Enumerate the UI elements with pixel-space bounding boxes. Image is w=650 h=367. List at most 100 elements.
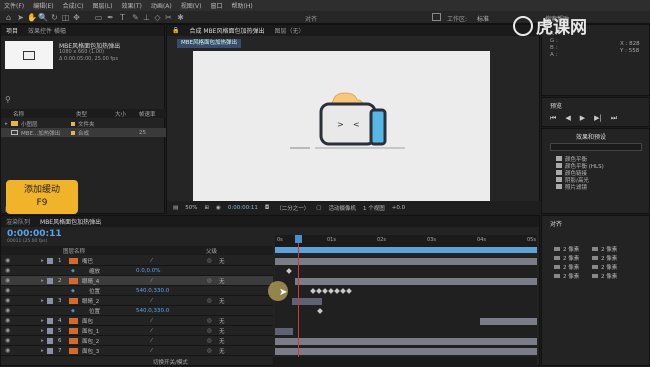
align-item[interactable]: 2 像素	[592, 244, 617, 253]
workspace-value[interactable]: 标准	[477, 14, 489, 23]
switch-icon[interactable]: ⁄	[151, 278, 152, 284]
label-color[interactable]	[47, 277, 53, 284]
twirl-icon[interactable]: ▸	[41, 348, 44, 354]
last-frame-icon[interactable]: ⏭	[611, 114, 617, 123]
label-color[interactable]	[47, 297, 53, 304]
pickwhip-icon[interactable]: ◎	[207, 328, 212, 334]
home-icon[interactable]: ⌂	[4, 13, 13, 22]
hand-tool-icon[interactable]: ✋	[27, 13, 37, 22]
lock-icon[interactable]: 🔒	[172, 27, 179, 34]
rectangle-tool-icon[interactable]: ▭	[94, 13, 103, 22]
layer-row[interactable]: ◉ ▸ 4 面包 ⁄ ◎ 无	[1, 316, 273, 326]
play-icon[interactable]: ▶	[580, 114, 585, 123]
parent-select[interactable]: 无	[219, 257, 225, 265]
menu-item[interactable]: 合成(C)	[63, 1, 84, 10]
twirl-icon[interactable]: ▸	[41, 278, 44, 284]
menu-item[interactable]: 效果(T)	[122, 1, 142, 10]
align-item[interactable]: 2 像素	[554, 244, 579, 253]
col-layer-name[interactable]: 图层名称	[63, 247, 85, 255]
zoom-tool-icon[interactable]: 🔍	[38, 13, 48, 22]
visibility-icon[interactable]: ◉	[5, 307, 10, 314]
work-area-bar[interactable]	[275, 247, 537, 253]
visibility-icon[interactable]: ◉	[5, 337, 10, 344]
menu-item[interactable]: 文件(F)	[4, 1, 24, 10]
switch-icon[interactable]: ⁄	[151, 258, 152, 264]
keyframe[interactable]	[322, 288, 328, 294]
first-frame-icon[interactable]: ⏮	[550, 114, 556, 123]
property-row[interactable]: ◉ ◆ 位置 540.0,330.0	[1, 306, 273, 316]
layer-name[interactable]: 眼睛_2	[82, 297, 99, 305]
camera-tool-icon[interactable]: ◫	[61, 13, 70, 22]
col-name[interactable]: 名称	[13, 110, 24, 118]
visibility-icon[interactable]: ◉	[5, 347, 10, 354]
pickwhip-icon[interactable]: ◎	[207, 318, 212, 324]
roto-tool-icon[interactable]: ✂	[164, 13, 173, 22]
parent-select[interactable]: 无	[219, 347, 225, 355]
next-frame-icon[interactable]: ▶|	[594, 114, 602, 123]
label-color[interactable]	[47, 317, 53, 324]
stopwatch-icon[interactable]: ◆	[71, 268, 75, 274]
layer-row[interactable]: ◉ ▸ 6 面包_2 ⁄ ◎ 无	[1, 336, 273, 346]
menu-item[interactable]: 帮助(H)	[232, 1, 253, 10]
parent-select[interactable]: 无	[219, 277, 225, 285]
comp-breadcrumb[interactable]: MBE风格面包加热弹出	[177, 39, 241, 48]
switch-icon[interactable]: ⁄	[151, 338, 152, 344]
twirl-icon[interactable]: ▸	[41, 298, 44, 304]
keyframe[interactable]	[310, 288, 316, 294]
keyframe[interactable]	[334, 288, 340, 294]
align-item[interactable]: 2 像素	[592, 271, 617, 280]
parent-select[interactable]: 无	[219, 327, 225, 335]
layer-duration-bar[interactable]	[275, 347, 537, 355]
align-item[interactable]: 2 像素	[554, 253, 579, 262]
layer-duration-bar[interactable]	[295, 277, 537, 285]
switch-icon[interactable]: ⁄	[151, 318, 152, 324]
layer-name[interactable]: 面包_1	[82, 327, 99, 335]
project-item-folder[interactable]: ▸ 小图层 文件夹	[1, 119, 166, 128]
col-type[interactable]: 类型	[76, 110, 87, 118]
twirl-icon[interactable]: ▸	[41, 258, 44, 264]
workspace-icon[interactable]	[432, 13, 441, 21]
pickwhip-icon[interactable]: ◎	[207, 278, 212, 284]
label-color[interactable]	[47, 327, 53, 334]
visibility-icon[interactable]: ◉	[5, 297, 10, 304]
layer-name[interactable]: 面包_2	[82, 337, 99, 345]
time-ruler[interactable]: 0s 01s 02s 03s 04s 05s	[275, 235, 537, 247]
property-value[interactable]: 0.0,0.0%	[136, 268, 160, 274]
layer-name[interactable]: 嘴巴	[82, 257, 93, 265]
keyframe[interactable]	[346, 288, 352, 294]
pickwhip-icon[interactable]: ◎	[207, 348, 212, 354]
project-item-comp[interactable]: MBE...加热弹出 合成 25	[1, 128, 166, 137]
switch-icon[interactable]: ⁄	[151, 298, 152, 304]
menu-item[interactable]: 图层(L)	[93, 1, 113, 10]
effect-item[interactable]: 照片滤镜	[556, 183, 604, 191]
layer-row[interactable]: ◉ ▸ 7 面包_3 ⁄ ◎ 无	[1, 346, 273, 356]
keyframe[interactable]	[328, 288, 334, 294]
search-icon[interactable]: ⚲	[5, 95, 11, 104]
rotate-tool-icon[interactable]: ↻	[50, 13, 59, 22]
twirl-icon[interactable]: ▸	[41, 318, 44, 324]
twirl-icon[interactable]: ▸	[41, 328, 44, 334]
keyframe[interactable]	[286, 268, 292, 274]
layer-name[interactable]: 面包_3	[82, 347, 99, 355]
menu-item[interactable]: 编辑(E)	[33, 1, 53, 10]
align-item[interactable]: 2 像素	[592, 253, 617, 262]
align-item[interactable]: 2 像素	[554, 262, 579, 271]
selection-tool-icon[interactable]: ➤	[16, 13, 25, 22]
layer-name[interactable]: 面包	[82, 317, 93, 325]
col-size[interactable]: 大小	[115, 110, 126, 118]
align-item[interactable]: 2 像素	[554, 271, 579, 280]
align-label[interactable]: 对齐	[305, 14, 317, 23]
pickwhip-icon[interactable]: ◎	[207, 258, 212, 264]
col-parent[interactable]: 父级	[206, 247, 217, 255]
align-item[interactable]: 2 像素	[592, 262, 617, 271]
menu-item[interactable]: 视图(V)	[181, 1, 202, 10]
layer-row[interactable]: ◉ ▸ 2 眼睛_4 ⁄ ◎ 无	[1, 276, 273, 286]
property-value[interactable]: 540.0,330.0	[136, 308, 169, 314]
camera-icon[interactable]: ◉	[216, 205, 221, 211]
comp-time[interactable]: 0:00:00:11	[228, 205, 258, 211]
visibility-icon[interactable]: ◉	[5, 277, 10, 284]
timeline-comp-tab[interactable]: MBE风格面包加热弹出	[40, 217, 101, 226]
eraser-tool-icon[interactable]: ◇	[153, 13, 162, 22]
timeline-time[interactable]: 0:00:00:11	[7, 229, 62, 239]
offset-value[interactable]: +0.0	[392, 205, 405, 211]
